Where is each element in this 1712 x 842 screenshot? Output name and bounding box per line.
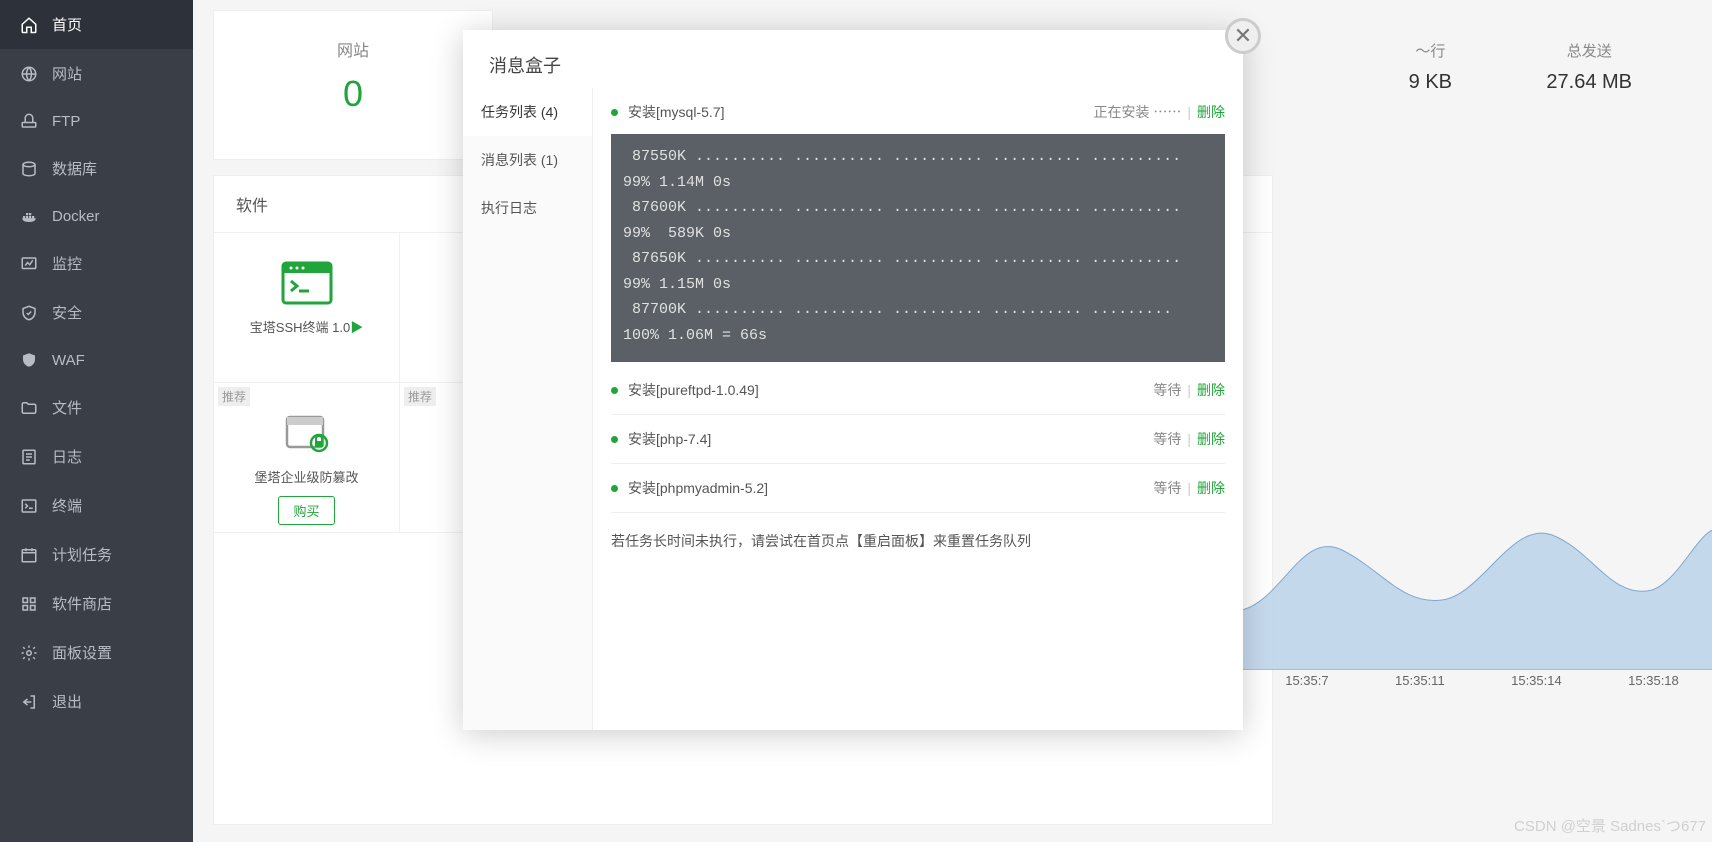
install-log-console[interactable]: 87550K .......... .......... .......... … [611,134,1225,362]
close-button[interactable]: ✕ [1225,18,1261,54]
task-list: 安装[mysql-5.7] 正在安装 ⋯⋯ | 删除 87550K ......… [593,88,1243,730]
separator: | [1187,104,1191,120]
tab-message-list[interactable]: 消息列表 (1) [463,136,592,184]
task-row: 安装[mysql-5.7] 正在安装 ⋯⋯ | 删除 [611,88,1225,126]
task-status: 等待 [1153,429,1181,449]
task-row: 安装[pureftpd-1.0.49] 等待 | 删除 [611,366,1225,415]
task-status: 等待 [1153,478,1181,498]
delete-button[interactable]: 删除 [1197,380,1225,400]
delete-button[interactable]: 删除 [1197,102,1225,122]
task-row: 安装[phpmyadmin-5.2] 等待 | 删除 [611,464,1225,513]
close-icon: ✕ [1234,23,1252,48]
separator: | [1187,431,1191,447]
watermark: CSDN @空景 Sadnes`つ677 [1514,815,1706,836]
task-name: 安装[mysql-5.7] [628,102,724,122]
modal-body: 任务列表 (4) 消息列表 (1) 执行日志 安装[mysql-5.7] 正在安… [463,88,1243,730]
task-status: 正在安装 ⋯⋯ [1093,102,1181,122]
task-row: 安装[php-7.4] 等待 | 删除 [611,415,1225,464]
task-hint: 若任务长时间未执行，请尝试在首页点【重启面板】来重置任务队列 [611,513,1225,569]
task-status: 等待 [1153,380,1181,400]
message-box-modal: ✕ 消息盒子 任务列表 (4) 消息列表 (1) 执行日志 安装[mysql-5… [463,30,1243,730]
delete-button[interactable]: 删除 [1197,429,1225,449]
task-name: 安装[pureftpd-1.0.49] [628,380,759,400]
tab-exec-log[interactable]: 执行日志 [463,184,592,232]
status-dot-icon [611,109,618,116]
delete-button[interactable]: 删除 [1197,478,1225,498]
modal-nav: 任务列表 (4) 消息列表 (1) 执行日志 [463,88,593,730]
status-dot-icon [611,436,618,443]
task-name: 安装[phpmyadmin-5.2] [628,478,768,498]
task-name: 安装[php-7.4] [628,429,711,449]
status-dot-icon [611,387,618,394]
tab-task-list[interactable]: 任务列表 (4) [463,88,592,136]
status-dot-icon [611,485,618,492]
separator: | [1187,480,1191,496]
modal-title: 消息盒子 [463,30,1243,88]
modal-overlay: ✕ 消息盒子 任务列表 (4) 消息列表 (1) 执行日志 安装[mysql-5… [0,0,1712,842]
separator: | [1187,382,1191,398]
